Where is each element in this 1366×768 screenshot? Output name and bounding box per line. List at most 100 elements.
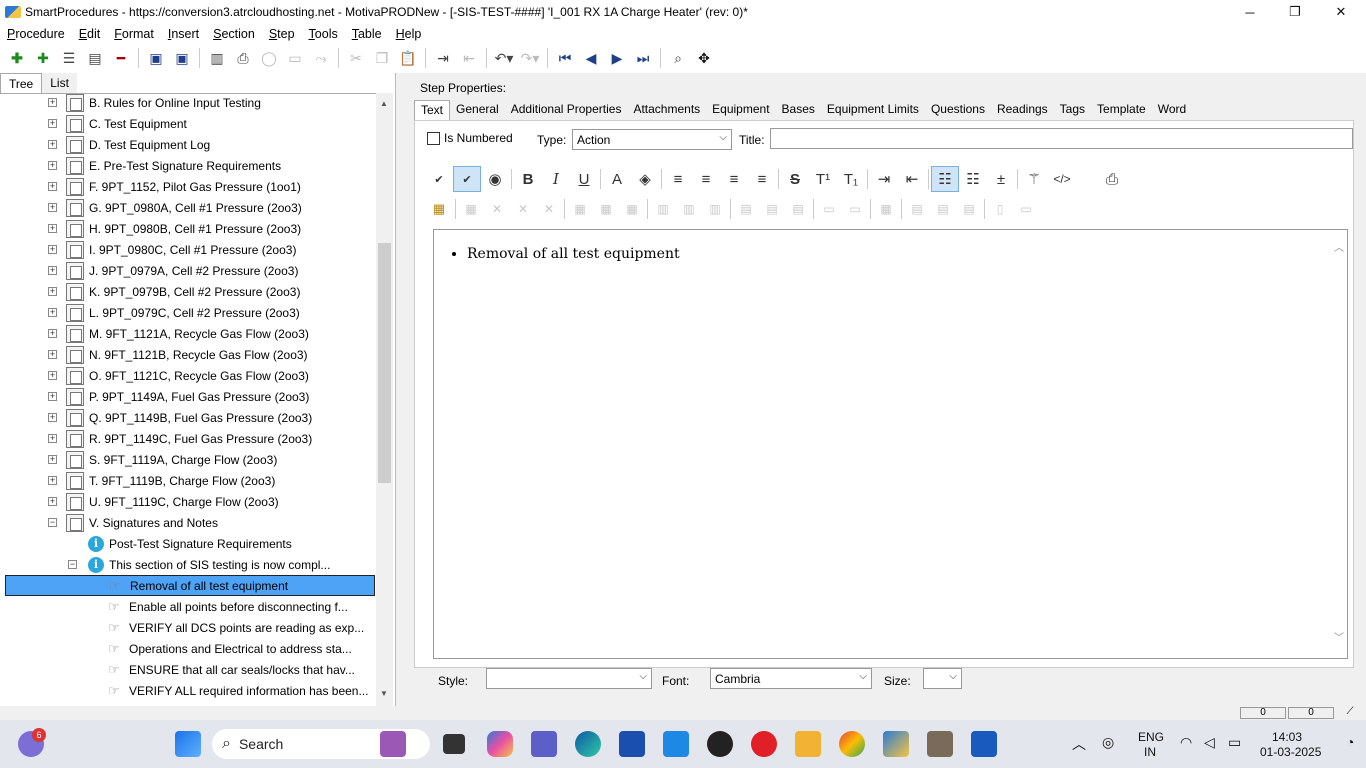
last-icon[interactable]: ⏭ bbox=[630, 46, 656, 70]
tab-tree[interactable]: Tree bbox=[0, 73, 43, 93]
insert-table-icon[interactable]: ▦ bbox=[425, 196, 453, 222]
print-preview-icon[interactable]: ⎙ bbox=[1098, 166, 1126, 192]
insert-column-left-icon[interactable]: ▥ bbox=[650, 196, 676, 222]
expand-icon[interactable]: + bbox=[48, 371, 57, 380]
style-select[interactable]: ⌵ bbox=[486, 668, 652, 689]
teams-icon[interactable] bbox=[531, 731, 557, 757]
tree-section[interactable]: + K. 9PT_0979B, Cell #2 Pressure (2oo3) bbox=[0, 281, 376, 302]
resize-grip-icon[interactable]: ⟋ bbox=[1336, 707, 1364, 719]
language-line2[interactable]: IN bbox=[1144, 745, 1156, 759]
editor-content-line[interactable]: Removal of all test equipment bbox=[467, 246, 680, 262]
cell-edit-icon[interactable]: ▦ bbox=[619, 196, 645, 222]
tree-step[interactable]: ☞ Enable all points before disconnecting … bbox=[0, 596, 376, 617]
cut-icon[interactable]: ✂ bbox=[343, 46, 369, 70]
valign-bottom-icon[interactable]: ▤ bbox=[956, 196, 982, 222]
preview-icon[interactable]: ▭ bbox=[282, 46, 308, 70]
expand-icon[interactable]: + bbox=[48, 434, 57, 443]
list-detail-icon[interactable]: ▤ bbox=[82, 46, 108, 70]
tree-section[interactable]: − V. Signatures and Notes bbox=[0, 512, 376, 533]
merge-cells-icon[interactable]: ▭ bbox=[816, 196, 842, 222]
language-line1[interactable]: ENG bbox=[1138, 730, 1164, 744]
indent-decrease-icon[interactable]: ⇤ bbox=[898, 166, 926, 192]
smartprocedures-taskbar-icon[interactable] bbox=[883, 731, 909, 757]
chevron-up-icon[interactable]: ︿ bbox=[1072, 734, 1086, 754]
add-icon[interactable]: ✚ bbox=[4, 46, 30, 70]
cell-properties-icon[interactable]: ▦ bbox=[567, 196, 593, 222]
rich-text-editor[interactable]: Removal of all test equipment ︿ ﹀ bbox=[433, 229, 1348, 659]
expand-icon[interactable]: + bbox=[48, 203, 57, 212]
tab-readings[interactable]: Readings bbox=[991, 100, 1054, 120]
expand-icon[interactable]: + bbox=[48, 266, 57, 275]
tab-text[interactable]: Text bbox=[414, 100, 451, 120]
menu-step[interactable]: Step bbox=[262, 27, 302, 41]
tree-section[interactable]: + I. 9PT_0980C, Cell #1 Pressure (2oo3) bbox=[0, 239, 376, 260]
dell-icon[interactable] bbox=[707, 731, 733, 757]
underline-icon[interactable]: U bbox=[570, 166, 598, 192]
tab-questions[interactable]: Questions bbox=[925, 100, 991, 120]
battery-icon[interactable]: ▭ bbox=[1228, 734, 1241, 751]
windows-start-icon[interactable] bbox=[175, 731, 201, 757]
expand-icon[interactable]: + bbox=[48, 392, 57, 401]
opera-icon[interactable] bbox=[751, 731, 777, 757]
split-cells-icon[interactable]: ▭ bbox=[842, 196, 868, 222]
expand-icon[interactable]: + bbox=[48, 497, 57, 506]
scroll-up-icon[interactable]: ︿ bbox=[1334, 239, 1344, 254]
volume-icon[interactable]: ◁ bbox=[1204, 734, 1215, 751]
expand-icon[interactable]: + bbox=[48, 476, 57, 485]
superscript-icon[interactable]: T¹ bbox=[809, 166, 837, 192]
tree-step[interactable]: ☞ ENSURE that all car seals/locks that ha… bbox=[0, 659, 376, 680]
undo-icon[interactable]: ↶▾ bbox=[491, 46, 517, 70]
copilot-icon[interactable] bbox=[487, 731, 513, 757]
expand-icon[interactable]: + bbox=[48, 455, 57, 464]
size-select[interactable]: ⌵ bbox=[923, 668, 962, 689]
scroll-down-icon[interactable]: ▼ bbox=[380, 689, 388, 698]
expand-icon[interactable]: + bbox=[48, 119, 57, 128]
strikethrough-icon[interactable]: S bbox=[781, 166, 809, 192]
expand-icon[interactable]: + bbox=[48, 350, 57, 359]
table-properties-icon[interactable]: ▦ bbox=[458, 196, 484, 222]
tree-info-item[interactable]: i Post-Test Signature Requirements bbox=[0, 533, 376, 554]
italic-icon[interactable]: I bbox=[542, 166, 570, 192]
tab-attachments[interactable]: Attachments bbox=[627, 100, 706, 120]
spellcheck-as-you-type-icon[interactable]: ✔ bbox=[453, 166, 481, 192]
type-select[interactable]: Action ⌵ bbox=[572, 129, 732, 150]
tree-section[interactable]: + L. 9PT_0979C, Cell #2 Pressure (2oo3) bbox=[0, 302, 376, 323]
menu-edit[interactable]: Edit bbox=[72, 27, 108, 41]
publish-icon[interactable]: ▥ bbox=[204, 46, 230, 70]
remote-app-icon[interactable] bbox=[927, 731, 953, 757]
print-icon[interactable]: ⎙ bbox=[230, 46, 256, 70]
borders-icon[interactable]: ▦ bbox=[873, 196, 899, 222]
tree-section[interactable]: + D. Test Equipment Log bbox=[0, 134, 376, 155]
link-icon[interactable]: ⤳ bbox=[308, 46, 334, 70]
font-select[interactable]: Cambria ⌵ bbox=[710, 668, 872, 689]
expand-icon[interactable]: + bbox=[48, 287, 57, 296]
editor-scrollbar[interactable]: ︿ ﹀ bbox=[1332, 231, 1346, 657]
title-input[interactable] bbox=[770, 128, 1353, 149]
insert-row-above-icon[interactable]: ▤ bbox=[733, 196, 759, 222]
is-numbered-checkbox[interactable]: Is Numbered bbox=[427, 131, 513, 145]
find-icon[interactable]: ⌕ bbox=[665, 46, 691, 70]
expand-icon[interactable]: + bbox=[48, 224, 57, 233]
tree-section[interactable]: + B. Rules for Online Input Testing bbox=[0, 94, 376, 113]
menu-insert[interactable]: Insert bbox=[161, 27, 206, 41]
menu-help[interactable]: Help bbox=[389, 27, 429, 41]
refresh-icon[interactable]: ◯ bbox=[256, 46, 282, 70]
bullet-list-icon[interactable]: ☷ bbox=[931, 166, 959, 192]
insert-row-icon[interactable]: ▤ bbox=[785, 196, 811, 222]
word-icon[interactable] bbox=[971, 731, 997, 757]
expand-icon[interactable]: + bbox=[48, 140, 57, 149]
menu-section[interactable]: Section bbox=[206, 27, 262, 41]
tree-step[interactable]: ☞ VERIFY all DCS points are reading as ex… bbox=[0, 617, 376, 638]
insert-column-icon[interactable]: ▥ bbox=[702, 196, 728, 222]
row-height-icon[interactable]: ▭ bbox=[1013, 196, 1039, 222]
restore-button[interactable]: ❐ bbox=[1272, 0, 1318, 24]
valign-middle-icon[interactable]: ▤ bbox=[930, 196, 956, 222]
clock-time[interactable]: 14:03 bbox=[1272, 730, 1302, 744]
expand-icon[interactable]: + bbox=[48, 413, 57, 422]
list-icon[interactable]: ☰ bbox=[56, 46, 82, 70]
tree-info-item[interactable]: − i This section of SIS testing is now com… bbox=[0, 554, 376, 575]
tree-section[interactable]: + E. Pre-Test Signature Requirements bbox=[0, 155, 376, 176]
expand-icon[interactable]: + bbox=[48, 98, 57, 107]
move-icon[interactable]: ✥ bbox=[691, 46, 717, 70]
align-center-icon[interactable]: ≡ bbox=[692, 166, 720, 192]
